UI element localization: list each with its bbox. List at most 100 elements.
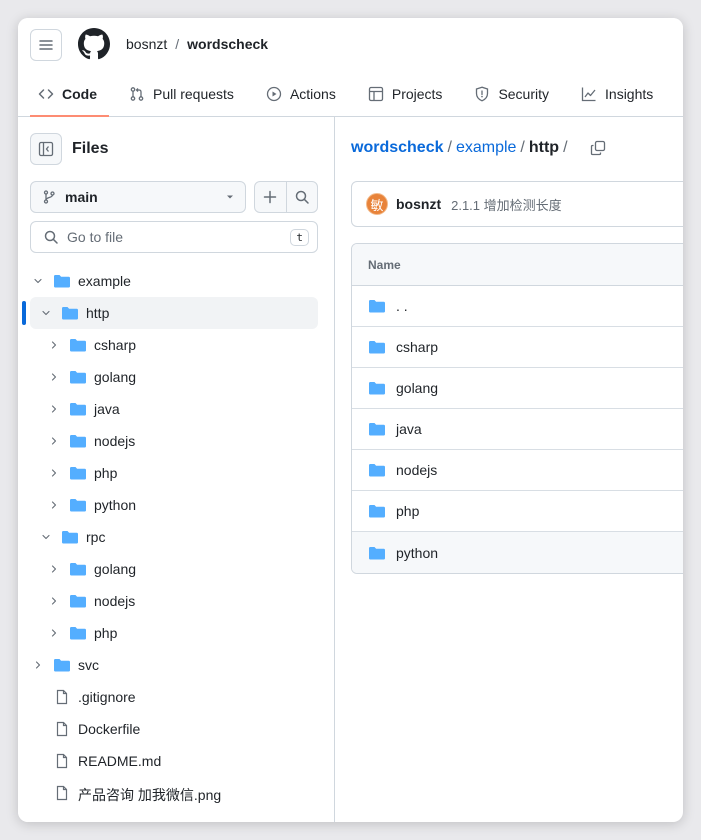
breadcrumb-separator: / xyxy=(175,36,180,52)
file-name-link[interactable]: csharp xyxy=(396,339,438,355)
chevron-down-icon[interactable] xyxy=(38,529,54,545)
folder-icon xyxy=(368,298,386,314)
tab-security[interactable]: Security xyxy=(466,74,561,114)
branch-selector[interactable]: main xyxy=(30,181,246,213)
tree-item-label: nodejs xyxy=(94,433,136,449)
tree-item-label: example xyxy=(78,273,131,289)
tree-item-csharp[interactable]: csharp xyxy=(18,329,335,361)
folder-icon xyxy=(61,305,79,321)
go-to-file-field[interactable]: t xyxy=(30,221,318,253)
file-icon xyxy=(54,785,72,801)
search-icon xyxy=(44,230,58,244)
folder-icon xyxy=(368,462,386,478)
tab-code[interactable]: Code xyxy=(30,74,109,117)
repo-link[interactable]: wordscheck xyxy=(187,36,268,52)
breadcrumb-separator: / xyxy=(520,139,525,156)
search-icon xyxy=(295,190,309,204)
breadcrumb-separator: / xyxy=(563,139,568,156)
folder-icon xyxy=(69,433,87,449)
chevron-right-icon[interactable] xyxy=(46,369,62,385)
add-file-button[interactable] xyxy=(255,182,286,212)
breadcrumb-repo-link[interactable]: wordscheck xyxy=(351,139,443,157)
tree-item-dockerfile[interactable]: Dockerfile xyxy=(18,713,335,745)
tree-item-label: golang xyxy=(94,369,137,385)
chevron-right-icon[interactable] xyxy=(30,657,46,673)
tree-item-rpc[interactable]: rpc xyxy=(18,521,335,553)
table-row[interactable]: nodejs xyxy=(352,450,683,491)
tree-item-php[interactable]: php xyxy=(18,617,335,649)
chevron-down-icon[interactable] xyxy=(38,305,54,321)
tree-item-example[interactable]: example xyxy=(18,265,335,297)
menu-button[interactable] xyxy=(30,29,62,61)
file-name-link[interactable]: python xyxy=(396,545,438,561)
tree-item-nodejs[interactable]: nodejs xyxy=(18,425,335,457)
chevron-right-icon[interactable] xyxy=(46,625,62,641)
tree-item-label: nodejs xyxy=(94,593,136,609)
tab-pull-requests[interactable]: Pull requests xyxy=(121,74,246,114)
tree-item-png[interactable]: 产品咨询 加我微信.png xyxy=(18,777,335,809)
file-icon xyxy=(54,721,72,737)
github-logo-icon[interactable] xyxy=(78,28,110,60)
tree-item-php[interactable]: php xyxy=(18,457,335,489)
table-row[interactable]: java xyxy=(352,409,683,450)
folder-icon xyxy=(69,401,87,417)
folder-icon xyxy=(69,465,87,481)
tree-item-gitignore[interactable]: .gitignore xyxy=(18,681,335,713)
tree-item-readme-md[interactable]: README.md xyxy=(18,745,335,777)
tree-item-label: 产品咨询 加我微信.png xyxy=(78,787,222,803)
keyboard-shortcut-hint: t xyxy=(290,228,309,246)
chevron-right-icon[interactable] xyxy=(46,593,62,609)
chevron-right-icon[interactable] xyxy=(46,337,62,353)
commit-message[interactable]: 2.1.1 增加检测长度 xyxy=(451,195,562,214)
chevron-right-icon[interactable] xyxy=(46,465,62,481)
owner-link[interactable]: bosnzt xyxy=(126,36,167,52)
table-row[interactable]: python xyxy=(352,532,683,573)
collapse-sidebar-button[interactable] xyxy=(30,133,62,165)
file-name-link[interactable]: . . xyxy=(396,298,408,314)
file-name-link[interactable]: java xyxy=(396,421,422,437)
tab-actions[interactable]: Actions xyxy=(258,74,348,114)
chevron-right-icon[interactable] xyxy=(46,497,62,513)
tab-insights[interactable]: Insights xyxy=(573,74,665,114)
copy-path-button[interactable] xyxy=(590,140,606,156)
file-tree: example http csharp golang java nodejs php pyth… xyxy=(18,265,335,809)
tree-item-golang[interactable]: golang xyxy=(18,553,335,585)
tree-item-label: .gitignore xyxy=(78,689,136,705)
tree-item-label: rpc xyxy=(86,529,106,545)
tree-item-label: Dockerfile xyxy=(78,721,141,737)
table-row[interactable]: . . xyxy=(352,286,683,327)
table-row[interactable]: csharp xyxy=(352,327,683,368)
tree-item-nodejs[interactable]: nodejs xyxy=(18,585,335,617)
graph-icon xyxy=(581,87,596,102)
table-row[interactable]: golang xyxy=(352,368,683,409)
play-icon xyxy=(266,86,282,102)
name-column-header: Name xyxy=(368,257,401,272)
search-code-button[interactable] xyxy=(285,182,318,212)
sidebar-collapse-icon xyxy=(38,141,54,157)
table-icon xyxy=(368,86,384,102)
chevron-down-icon[interactable] xyxy=(30,273,46,289)
go-to-file-input[interactable] xyxy=(67,229,283,245)
file-name-link[interactable]: nodejs xyxy=(396,462,437,478)
tree-item-label: php xyxy=(94,625,118,641)
file-name-link[interactable]: php xyxy=(396,503,419,519)
table-row[interactable]: php xyxy=(352,491,683,532)
tab-projects[interactable]: Projects xyxy=(360,74,455,114)
chevron-right-icon[interactable] xyxy=(46,433,62,449)
tree-item-python[interactable]: python xyxy=(18,489,335,521)
code-icon xyxy=(38,89,54,99)
folder-icon xyxy=(69,561,87,577)
file-name-link[interactable]: golang xyxy=(396,380,438,396)
copy-icon xyxy=(590,140,605,156)
avatar[interactable]: 敏 xyxy=(366,193,388,215)
tree-item-java[interactable]: java xyxy=(18,393,335,425)
breadcrumb-example-link[interactable]: example xyxy=(456,139,516,157)
commit-author[interactable]: bosnzt xyxy=(396,196,441,212)
chevron-right-icon[interactable] xyxy=(46,561,62,577)
chevron-right-icon[interactable] xyxy=(46,401,62,417)
tree-item-svc[interactable]: svc xyxy=(18,649,335,681)
folder-icon xyxy=(368,545,386,561)
tree-item-golang[interactable]: golang xyxy=(18,361,335,393)
tree-item-label: golang xyxy=(94,561,137,577)
tree-item-http[interactable]: http xyxy=(18,297,335,329)
